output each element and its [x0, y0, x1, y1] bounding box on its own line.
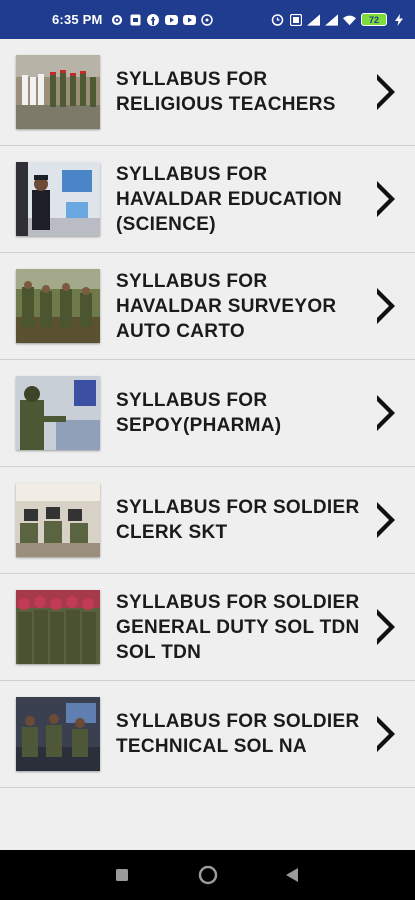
soldier-general-duty-photo — [16, 590, 100, 664]
row-label: SYLLABUS FOR SOLDIER TECHNICAL SOL NA — [116, 711, 360, 757]
row-label: SYLLABUS FOR SEPOY(PHARMA) — [116, 390, 282, 436]
data-icon — [289, 13, 302, 26]
soldier-technical-photo — [16, 697, 100, 771]
chevron-right-icon — [377, 716, 395, 752]
religious-teachers-photo — [16, 55, 100, 129]
signal-icon — [325, 13, 338, 26]
alarm-icon — [271, 13, 284, 26]
wifi-icon — [343, 13, 356, 26]
chevron-right-icon — [377, 502, 395, 538]
chevron-right-icon — [377, 74, 395, 110]
chevron-right-icon — [377, 181, 395, 217]
youtube-icon — [164, 13, 178, 26]
chevron-right-icon — [377, 395, 395, 431]
whatsapp-icon — [201, 13, 214, 26]
list-item[interactable]: SYLLABUS FOR SOLDIER TECHNICAL SOL NA — [0, 681, 415, 788]
soldier-clerk-photo — [16, 483, 100, 557]
signal-icon — [307, 13, 320, 26]
row-label: SYLLABUS FOR HAVALDAR EDUCATION (SCIENCE… — [116, 163, 342, 235]
recents-button[interactable] — [115, 868, 129, 882]
navigation-bar — [0, 850, 415, 900]
sepoy-pharma-photo — [16, 376, 100, 450]
list-item[interactable]: SYLLABUS FOR HAVALDAR EDUCATION (SCIENCE… — [0, 146, 415, 253]
row-label: SYLLABUS FOR RELIGIOUS TEACHERS — [116, 69, 336, 115]
sim-icon — [129, 13, 142, 26]
battery-indicator: 72 — [361, 13, 387, 26]
gear-icon — [111, 13, 124, 26]
youtube-icon — [182, 13, 196, 26]
facebook-icon — [147, 13, 160, 26]
row-label: SYLLABUS FOR HAVALDAR SURVEYOR AUTO CART… — [116, 270, 337, 342]
list-item[interactable]: SYLLABUS FOR HAVALDAR SURVEYOR AUTO CART… — [0, 253, 415, 360]
list-item[interactable]: SYLLABUS FOR SOLDIER CLERK SKT — [0, 467, 415, 574]
havaldar-surveyor-photo — [16, 269, 100, 343]
havaldar-education-photo — [16, 162, 100, 236]
row-label: SYLLABUS FOR SOLDIER GENERAL DUTY SOL TD… — [116, 591, 360, 663]
status-bar: 6:35 PM 72 — [0, 0, 415, 39]
back-button[interactable] — [285, 867, 299, 883]
chevron-right-icon — [377, 288, 395, 324]
list-item[interactable]: SYLLABUS FOR RELIGIOUS TEACHERS — [0, 39, 415, 146]
syllabus-list: SYLLABUS FOR RELIGIOUS TEACHERS SYLLABUS… — [0, 39, 415, 788]
system-icons: 72 — [271, 13, 405, 26]
row-label: SYLLABUS FOR SOLDIER CLERK SKT — [116, 497, 360, 543]
list-item[interactable]: SYLLABUS FOR SEPOY(PHARMA) — [0, 360, 415, 467]
notification-icons — [111, 13, 214, 26]
charging-icon — [392, 13, 405, 26]
status-time: 6:35 PM — [52, 12, 103, 27]
list-item[interactable]: SYLLABUS FOR SOLDIER GENERAL DUTY SOL TD… — [0, 574, 415, 681]
home-button[interactable] — [198, 865, 218, 885]
chevron-right-icon — [377, 609, 395, 645]
